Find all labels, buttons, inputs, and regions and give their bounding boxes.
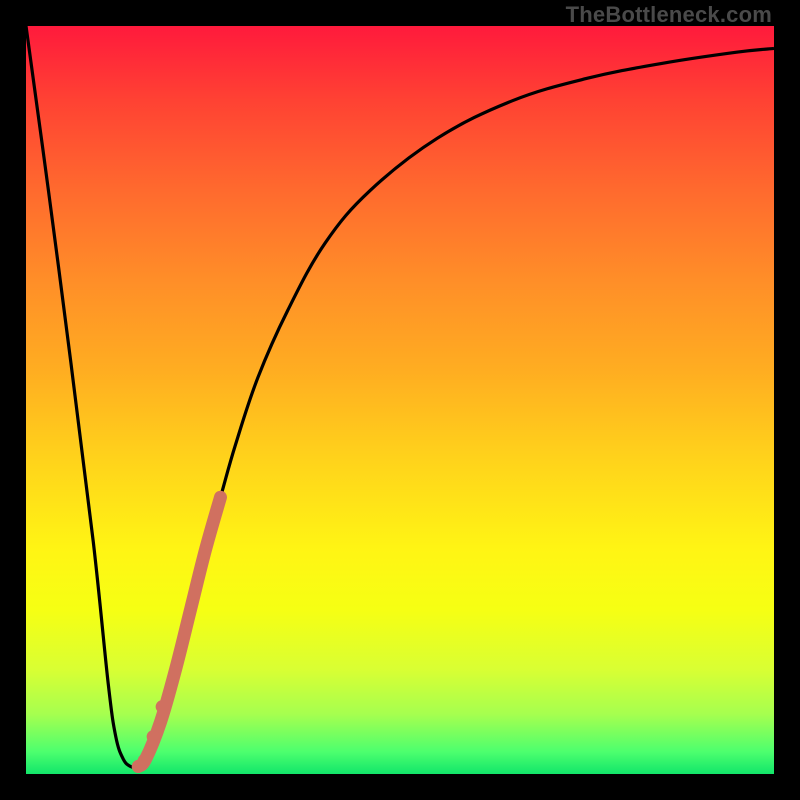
- highlight-dot: [147, 730, 160, 743]
- bottleneck-curve-svg: [26, 26, 774, 774]
- highlight-dot: [156, 700, 169, 713]
- highlight-dot: [138, 754, 151, 767]
- bottleneck-curve: [26, 26, 774, 768]
- watermark-text: TheBottleneck.com: [566, 2, 772, 28]
- chart-frame: TheBottleneck.com: [0, 0, 800, 800]
- plot-area: [26, 26, 774, 774]
- highlighted-range: [138, 497, 220, 766]
